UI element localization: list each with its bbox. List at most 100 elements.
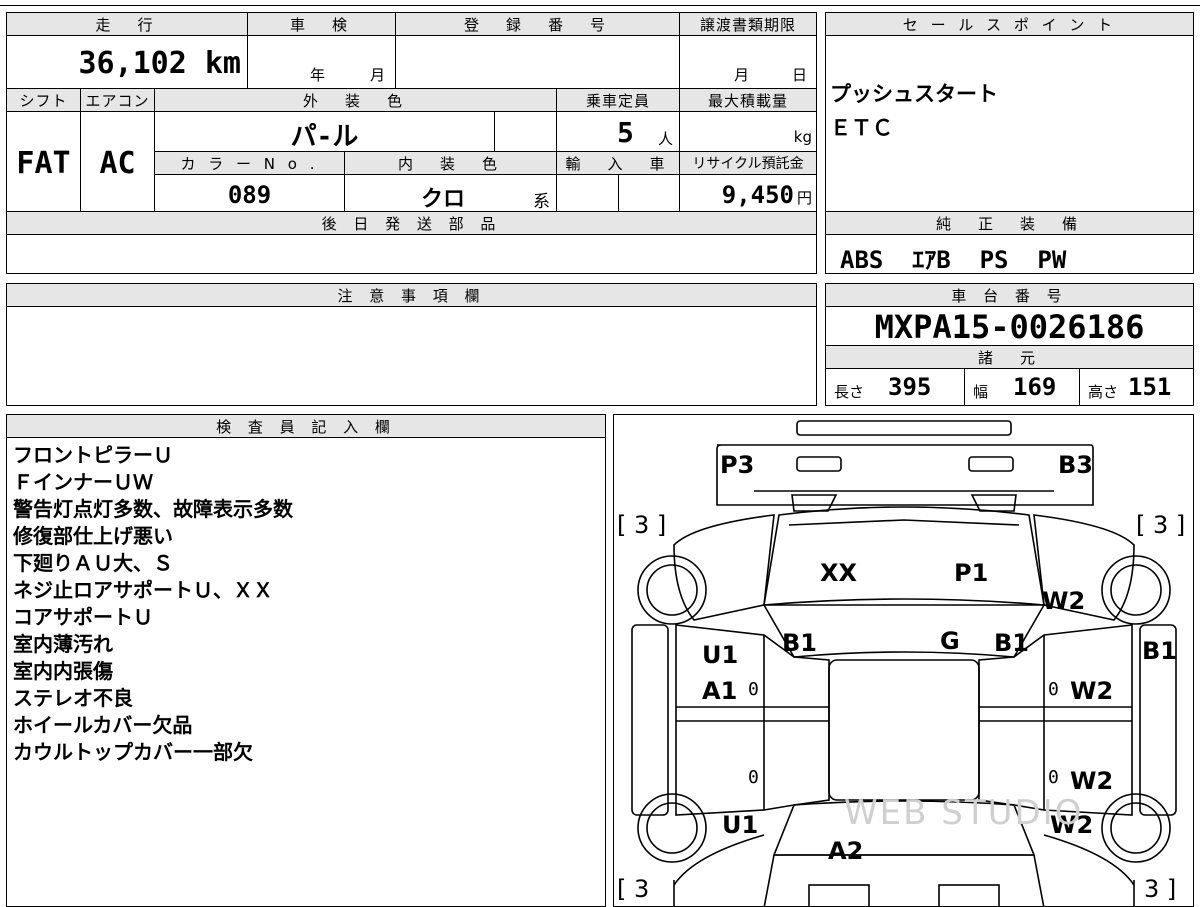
- damage-a1: A1: [702, 677, 738, 705]
- height-value: 151: [1128, 373, 1172, 401]
- aircon-header: エアコン: [80, 88, 155, 112]
- damage-p3: P3: [720, 451, 755, 479]
- car-diagram: [ 3 ] [ 3 ] [ 3 3 ] P3 B3 XX P1 W2 B1 G …: [613, 414, 1194, 907]
- inspector-note: 警告灯点灯多数、故障表示多数: [13, 497, 293, 521]
- shift-cell: FAT: [6, 111, 81, 212]
- capacity-value: 5: [617, 116, 634, 149]
- import-header: 輸 入 車: [556, 151, 680, 175]
- mileage-header: 走 行: [6, 12, 248, 36]
- damage-u1-front: U1: [702, 641, 739, 669]
- length-cell: 長さ 395: [825, 368, 965, 406]
- damage-w2-rear-door: W2: [1070, 767, 1114, 795]
- damage-u1-rear: U1: [722, 811, 759, 839]
- inspector-note: 室内内張傷: [13, 659, 113, 683]
- sales-point-item: プッシュスタート: [830, 82, 998, 106]
- watermark: WEB STUDIO: [844, 793, 1084, 833]
- load-unit: kg: [793, 128, 812, 146]
- inspection-cell: 年 月: [247, 35, 396, 89]
- registration-cell: [395, 35, 680, 89]
- inspector-note: 修復部仕上げ悪い: [13, 524, 173, 548]
- damage-xx: XX: [820, 559, 858, 587]
- recycle-unit: 円: [796, 189, 812, 207]
- capacity-unit: 人: [657, 130, 673, 148]
- genuine-equipment-header: 純 正 装 備: [825, 211, 1194, 235]
- inspection-month: 月: [370, 66, 386, 84]
- inspection-year: 年: [310, 66, 326, 84]
- interior-color-header: 内 装 色: [344, 151, 557, 175]
- damage-b3: B3: [1058, 451, 1093, 479]
- chassis-cell: MXPA15-0026186: [825, 306, 1194, 346]
- recycle-value: 9,450: [721, 181, 794, 209]
- aircon-cell: AC: [80, 111, 155, 212]
- caution-cell: [6, 306, 817, 406]
- width-value: 169: [1013, 373, 1057, 401]
- interior-color-suffix: 系: [533, 192, 550, 212]
- exterior-color-value: パ-ル: [290, 122, 359, 152]
- scale-zero-2: 0: [1048, 679, 1059, 700]
- damage-w2-fender: W2: [1042, 587, 1086, 615]
- inspector-note: フロントピラーＵ: [13, 443, 173, 467]
- equipment-value: ABS ｴｱB PS PW: [840, 246, 1067, 274]
- shift-header: シフト: [6, 88, 81, 112]
- damage-w2-front-door: W2: [1070, 677, 1114, 705]
- chassis-value: MXPA15-0026186: [874, 308, 1145, 346]
- deadline-month: 月: [734, 66, 750, 84]
- chassis-header: 車 台 番 号: [825, 283, 1194, 307]
- inspection-header: 車 検: [247, 12, 396, 36]
- width-cell: 幅 169: [964, 368, 1080, 406]
- caution-header: 注 意 事 項 欄: [6, 283, 817, 307]
- mileage-value: 36,102 km: [78, 46, 241, 81]
- tire-fl-condition: [ 3 ]: [617, 511, 667, 539]
- color-no-header: カ ラ ー N o .: [154, 151, 345, 175]
- width-label: 幅: [973, 383, 989, 401]
- inspector-note: 下廻りＡＵ大、Ｓ: [13, 551, 173, 575]
- inspector-header: 検 査 員 記 入 欄: [6, 414, 606, 438]
- transfer-deadline-header: 譲渡書類期限: [679, 12, 817, 36]
- length-label: 長さ: [834, 383, 865, 401]
- damage-b1-left: B1: [782, 629, 817, 657]
- tire-rr-condition: 3 ]: [1144, 875, 1177, 903]
- inspector-notes-list: フロントピラーＵ ＦインナーＵＷ 警告灯点灯多数、故障表示多数 修復部仕上げ悪い…: [13, 442, 293, 766]
- damage-g: G: [940, 627, 960, 655]
- exterior-color-sub-cell: [494, 111, 557, 152]
- tire-rl-condition: [ 3: [617, 875, 650, 903]
- deadline-cell: 月 日: [679, 35, 817, 89]
- sales-point-header: セ ー ル ス ポ イ ン ト: [825, 12, 1194, 36]
- max-load-header: 最大積載量: [679, 88, 817, 112]
- height-cell: 高さ 151: [1079, 368, 1194, 406]
- import-cell-a: [556, 174, 619, 212]
- inspector-note: ネジ止ロアサポートＵ、ＸＸ: [13, 578, 273, 602]
- length-value: 395: [888, 373, 932, 401]
- later-parts-cell: [6, 234, 817, 274]
- scale-zero-4: 0: [1048, 767, 1059, 788]
- tire-fr-condition: [ 3 ]: [1136, 511, 1186, 539]
- car-outline: [631, 420, 1177, 906]
- inspector-note: ステレオ不良: [13, 686, 133, 710]
- inspector-cell: フロントピラーＵ ＦインナーＵＷ 警告灯点灯多数、故障表示多数 修復部仕上げ悪い…: [6, 437, 606, 907]
- damage-b1-right: B1: [1142, 637, 1177, 665]
- color-no-cell: 089: [154, 174, 345, 212]
- inspector-note: カウルトップカバー一部欠: [13, 740, 253, 764]
- inspector-note: ＦインナーＵＷ: [13, 470, 153, 494]
- scale-zero-3: 0: [748, 767, 759, 788]
- specs-header: 諸 元: [825, 345, 1194, 369]
- import-cell-b: [618, 174, 680, 212]
- damage-p1: P1: [954, 559, 989, 587]
- mileage-cell: 36,102 km: [6, 35, 248, 89]
- inspector-note: コアサポートＵ: [13, 605, 153, 629]
- sales-point-cell: プッシュスタート ＥＴＣ: [825, 35, 1194, 212]
- interior-color-cell: クロ 系: [344, 174, 557, 212]
- capacity-header: 乗車定員: [556, 88, 680, 112]
- aircon-value: AC: [99, 146, 136, 181]
- height-label: 高さ: [1088, 383, 1119, 401]
- interior-color-value: クロ: [421, 187, 466, 212]
- inspector-note: 室内薄汚れ: [13, 632, 113, 656]
- max-load-cell: kg: [679, 111, 817, 152]
- exterior-color-header: 外 装 色: [154, 88, 557, 112]
- inspector-note: ホイールカバー欠品: [13, 713, 193, 737]
- color-no-value: 089: [227, 181, 272, 209]
- recycle-header: リサイクル預託金: [679, 151, 817, 175]
- scale-zero-1: 0: [748, 679, 759, 700]
- recycle-cell: 9,450 円: [679, 174, 817, 212]
- exterior-color-cell: パ-ル: [154, 111, 495, 152]
